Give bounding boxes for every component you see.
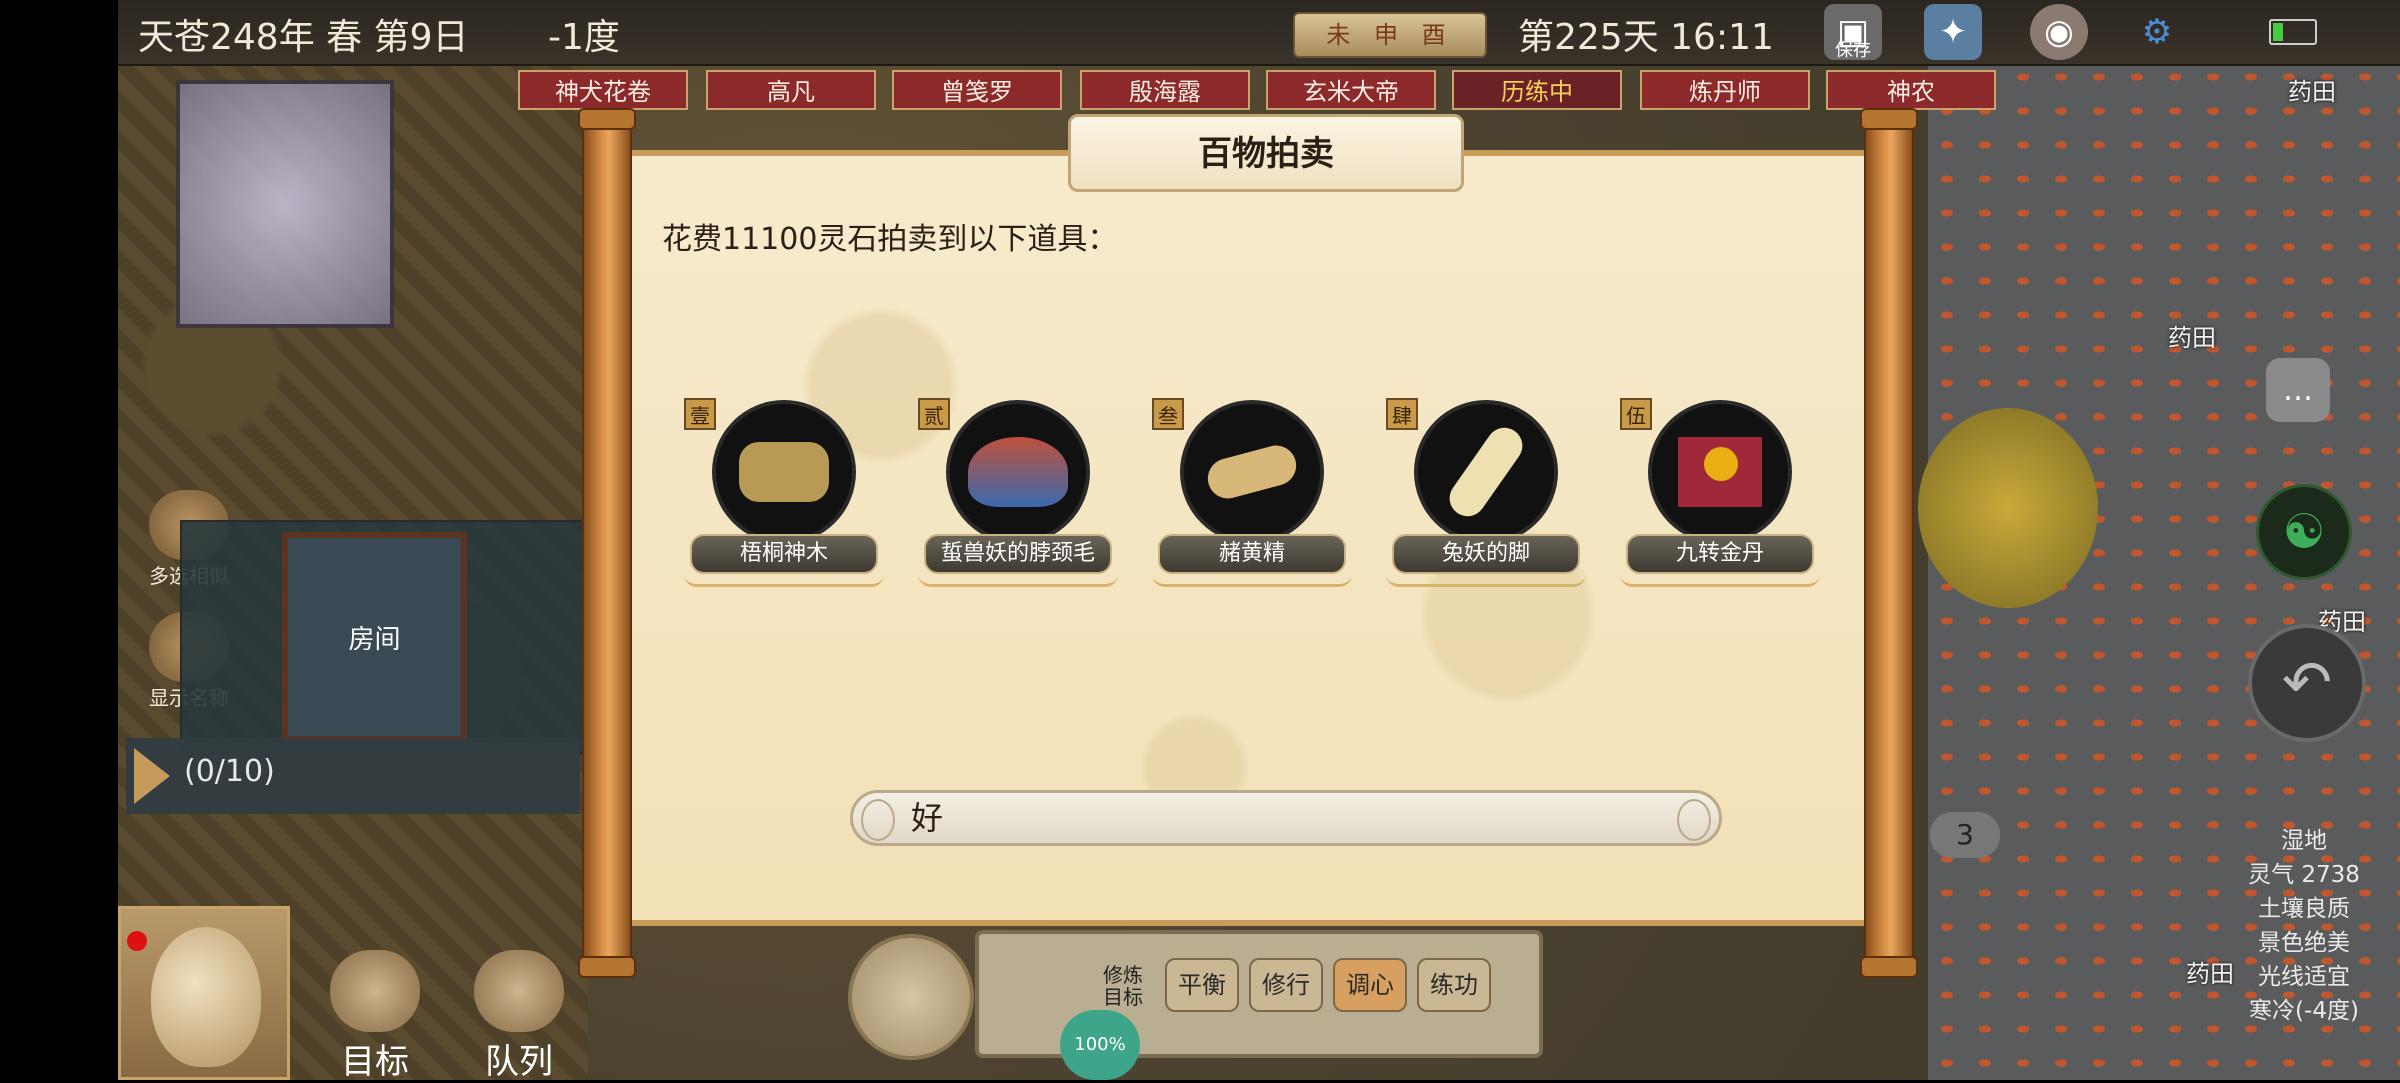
room-tile[interactable]: 房间 — [282, 532, 467, 742]
character-avatar[interactable] — [848, 934, 974, 1060]
day-time: 第225天 16:11 — [1518, 17, 1774, 58]
gourd-button[interactable] — [118, 906, 290, 1080]
target-button[interactable]: 目标 — [330, 950, 420, 1083]
tag-item[interactable]: 殷海露 — [1080, 70, 1250, 110]
decorative-swirl — [684, 574, 884, 587]
chat-button[interactable]: … — [2266, 358, 2330, 422]
battery-icon — [2269, 19, 2317, 45]
tag-item[interactable]: 神农 — [1826, 70, 1996, 110]
item-index: 肆 — [1386, 398, 1418, 430]
top-bar: 天苍248年 春 第9日 -1度 未 申 酉 第225天 16:11 ▣ 保存 … — [118, 0, 2400, 66]
fur-tuft-icon — [950, 404, 1086, 540]
item-name: 九转金丹 — [1626, 534, 1814, 574]
status-line: 景色绝美 — [2258, 930, 2350, 956]
item-index: 伍 — [1620, 398, 1652, 430]
auction-item[interactable]: 伍 九转金丹 — [1620, 398, 1820, 590]
tag-item[interactable]: 玄米大帝 — [1266, 70, 1436, 110]
endcap-right — [1677, 799, 1711, 841]
option-training[interactable]: 练功 — [1417, 958, 1491, 1012]
tag-item[interactable]: 神犬花卷 — [518, 70, 688, 110]
tree — [1918, 408, 2098, 608]
tag-item[interactable]: 高凡 — [706, 70, 876, 110]
target-label: 目标 — [341, 1042, 409, 1082]
auction-item[interactable]: 叁 赭黄精 — [1152, 398, 1352, 590]
gourd-icon — [151, 927, 261, 1067]
status-line: 光线适宜 — [2258, 964, 2350, 990]
root-icon — [1184, 404, 1320, 540]
play-icon[interactable] — [134, 748, 170, 804]
endcap-left — [861, 799, 895, 841]
temperature: -1度 — [548, 17, 620, 58]
palette-icon: ◉ — [2044, 12, 2074, 52]
cultivation-target-label: 修炼目标 — [1103, 963, 1143, 1009]
tile-status-list: 湿地 灵气 2738 土壤良质 景色绝美 光线适宜 寒冷(-4度) — [2214, 824, 2394, 1028]
item-name: 兔妖的脚 — [1392, 534, 1580, 574]
status-line: 湿地 — [2281, 828, 2327, 854]
tag-item[interactable]: 曾笺罗 — [892, 70, 1062, 110]
calendar-date: 天苍248年 春 第9日 — [138, 17, 469, 58]
settings-button[interactable]: ⚙ — [2128, 4, 2186, 60]
team-icon — [474, 950, 564, 1032]
option-balance[interactable]: 平衡 — [1165, 958, 1239, 1012]
scroll-rod-left — [578, 108, 636, 978]
taiji-icon: ☯ — [2282, 504, 2326, 560]
scroll-rod-right — [1860, 108, 1918, 978]
progress-percent: 100% — [1060, 1010, 1140, 1080]
wood-bundle-icon — [716, 404, 852, 540]
notification-dot — [127, 931, 147, 951]
decorative-swirl — [1620, 574, 1820, 587]
room-panel: 房间 — [180, 520, 584, 754]
golden-pill-icon — [1652, 404, 1788, 540]
field-label: 药田 — [2168, 324, 2216, 352]
palette-button[interactable]: ◉ — [2030, 4, 2088, 60]
status-line: 灵气 2738 — [2248, 862, 2360, 888]
hours-badge: 未 申 酉 — [1293, 12, 1487, 58]
gear-icon: ⚙ — [2141, 12, 2173, 52]
status-line: 土壤良质 — [2258, 896, 2350, 922]
target-icon — [330, 950, 420, 1032]
badge-number: 3 — [1930, 812, 2000, 858]
team-label: 队列 — [485, 1042, 553, 1082]
item-name: 赭黄精 — [1158, 534, 1346, 574]
battery-indicator — [2264, 4, 2322, 60]
tag-item[interactable]: 炼丹师 — [1640, 70, 1810, 110]
tag-item[interactable]: 历练中 — [1452, 70, 1622, 110]
return-button[interactable]: ↶ — [2248, 624, 2366, 742]
return-arrow-icon: ↶ — [2281, 648, 2333, 718]
auction-item[interactable]: 壹 梧桐神木 — [684, 398, 884, 590]
auction-item[interactable]: 肆 兔妖的脚 — [1386, 398, 1586, 590]
status-line: 寒冷(-4度) — [2249, 998, 2359, 1024]
auction-item[interactable]: 贰 蜇兽妖的脖颈毛 — [918, 398, 1118, 590]
queue-bar[interactable]: (0/10) — [126, 738, 580, 814]
save-label: 保存 — [1835, 40, 1871, 61]
decorative-swirl — [1152, 574, 1352, 587]
item-index: 叁 — [1152, 398, 1184, 430]
confirm-button[interactable]: 好 — [850, 790, 1722, 846]
dialog-description: 花费11100灵石拍卖到以下道具： — [662, 222, 1118, 257]
map-scroll-button[interactable]: ✦ — [1924, 4, 1982, 60]
shrine-building[interactable] — [176, 80, 394, 328]
queue-count: (0/10) — [184, 754, 275, 789]
team-button[interactable]: 队列 — [474, 950, 564, 1083]
item-index: 壹 — [684, 398, 716, 430]
item-name: 蜇兽妖的脖颈毛 — [924, 534, 1112, 574]
field-label: 药田 — [2288, 78, 2336, 106]
option-mind[interactable]: 调心 — [1333, 958, 1407, 1012]
dialog-title: 百物拍卖 — [1068, 114, 1464, 192]
map-icon: ✦ — [1938, 12, 1968, 52]
option-practice[interactable]: 修行 — [1249, 958, 1323, 1012]
chat-icon: … — [2283, 372, 2313, 408]
save-button[interactable]: ▣ 保存 — [1824, 4, 1882, 61]
room-label: 房间 — [348, 624, 401, 655]
bone-foot-icon — [1418, 404, 1554, 540]
item-index: 贰 — [918, 398, 950, 430]
confirm-label: 好 — [911, 799, 944, 837]
item-name: 梧桐神木 — [690, 534, 878, 574]
decorative-swirl — [918, 574, 1118, 587]
decorative-swirl — [1386, 574, 1586, 587]
taiji-button[interactable]: ☯ — [2256, 484, 2352, 580]
